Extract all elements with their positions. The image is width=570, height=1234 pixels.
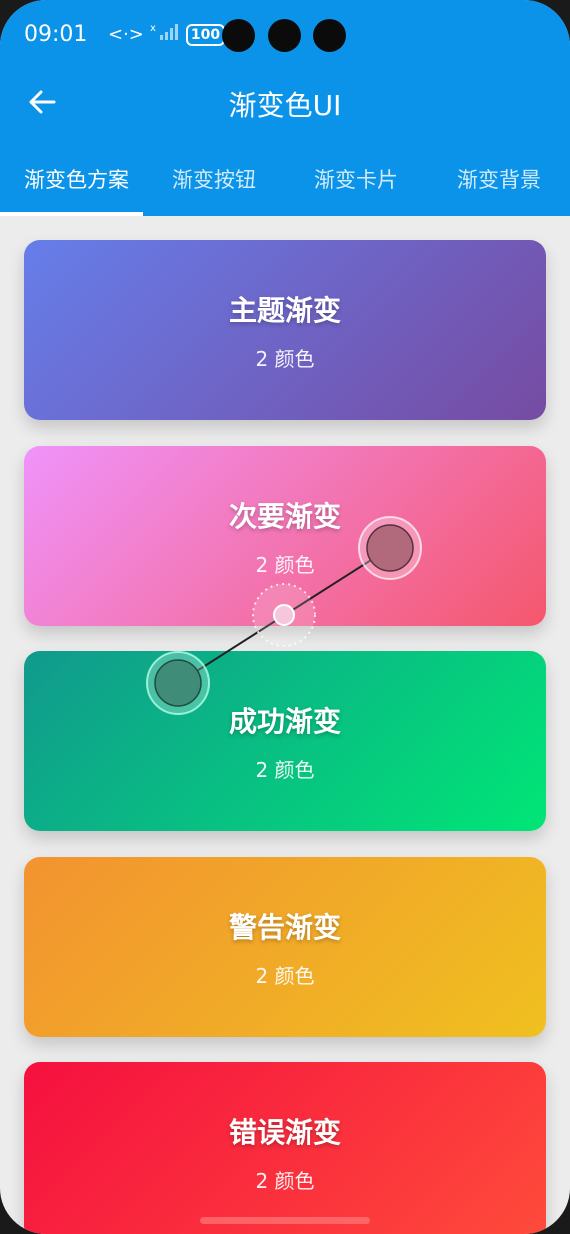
app-bar: 09:01 <·> x 100 渐变色UI 渐变色方案 渐变按钮 渐变卡片 渐变… bbox=[0, 0, 570, 216]
card-title: 错误渐变 bbox=[228, 1115, 341, 1149]
tab-gradient-cards[interactable]: 渐变卡片 bbox=[314, 164, 398, 194]
tab-gradient-schemes[interactable]: 渐变色方案 bbox=[24, 164, 143, 194]
gradient-card-error[interactable]: 错误渐变 2 颜色 bbox=[24, 1062, 546, 1234]
tab-gradient-buttons[interactable]: 渐变按钮 bbox=[172, 164, 256, 194]
home-indicator bbox=[200, 1217, 370, 1224]
card-title: 主题渐变 bbox=[228, 293, 341, 327]
title-bar: 渐变色UI bbox=[0, 70, 570, 134]
card-title: 次要渐变 bbox=[228, 499, 341, 533]
gradient-card-success[interactable]: 成功渐变 2 颜色 bbox=[24, 651, 546, 831]
gradient-card-warning[interactable]: 警告渐变 2 颜色 bbox=[24, 857, 546, 1037]
tab-bar: 渐变色方案 渐变按钮 渐变卡片 渐变背景 bbox=[0, 150, 570, 216]
signal-icon: x bbox=[150, 22, 180, 47]
gradient-list: 主题渐变 2 颜色 次要渐变 2 颜色 成功渐变 2 颜色 警告渐变 2 颜色 … bbox=[0, 216, 570, 1234]
card-subtitle: 2 颜色 bbox=[255, 1168, 315, 1193]
battery-icon: 100 bbox=[185, 23, 226, 46]
status-time: 09:01 bbox=[24, 22, 88, 47]
svg-text:x: x bbox=[150, 23, 156, 34]
gradient-card-secondary[interactable]: 次要渐变 2 颜色 bbox=[24, 446, 546, 626]
data-transfer-icon: <·> bbox=[108, 24, 144, 45]
phone-screen: 09:01 <·> x 100 渐变色UI 渐变色方案 渐变按钮 渐变卡片 渐变… bbox=[0, 0, 570, 1234]
card-subtitle: 2 颜色 bbox=[255, 346, 315, 371]
card-title: 警告渐变 bbox=[228, 910, 341, 944]
camera-cutout bbox=[268, 19, 301, 52]
card-subtitle: 2 颜色 bbox=[255, 552, 315, 577]
tab-gradient-backgrounds[interactable]: 渐变背景 bbox=[457, 164, 541, 194]
card-subtitle: 2 颜色 bbox=[255, 963, 315, 988]
page-title: 渐变色UI bbox=[228, 89, 342, 122]
camera-cutout bbox=[222, 19, 255, 52]
camera-cutout bbox=[313, 19, 346, 52]
card-title: 成功渐变 bbox=[228, 704, 341, 738]
status-bar: 09:01 <·> x 100 bbox=[0, 0, 570, 70]
gradient-card-primary[interactable]: 主题渐变 2 颜色 bbox=[24, 240, 546, 420]
card-subtitle: 2 颜色 bbox=[255, 757, 315, 782]
status-icons: <·> x 100 bbox=[108, 22, 226, 47]
